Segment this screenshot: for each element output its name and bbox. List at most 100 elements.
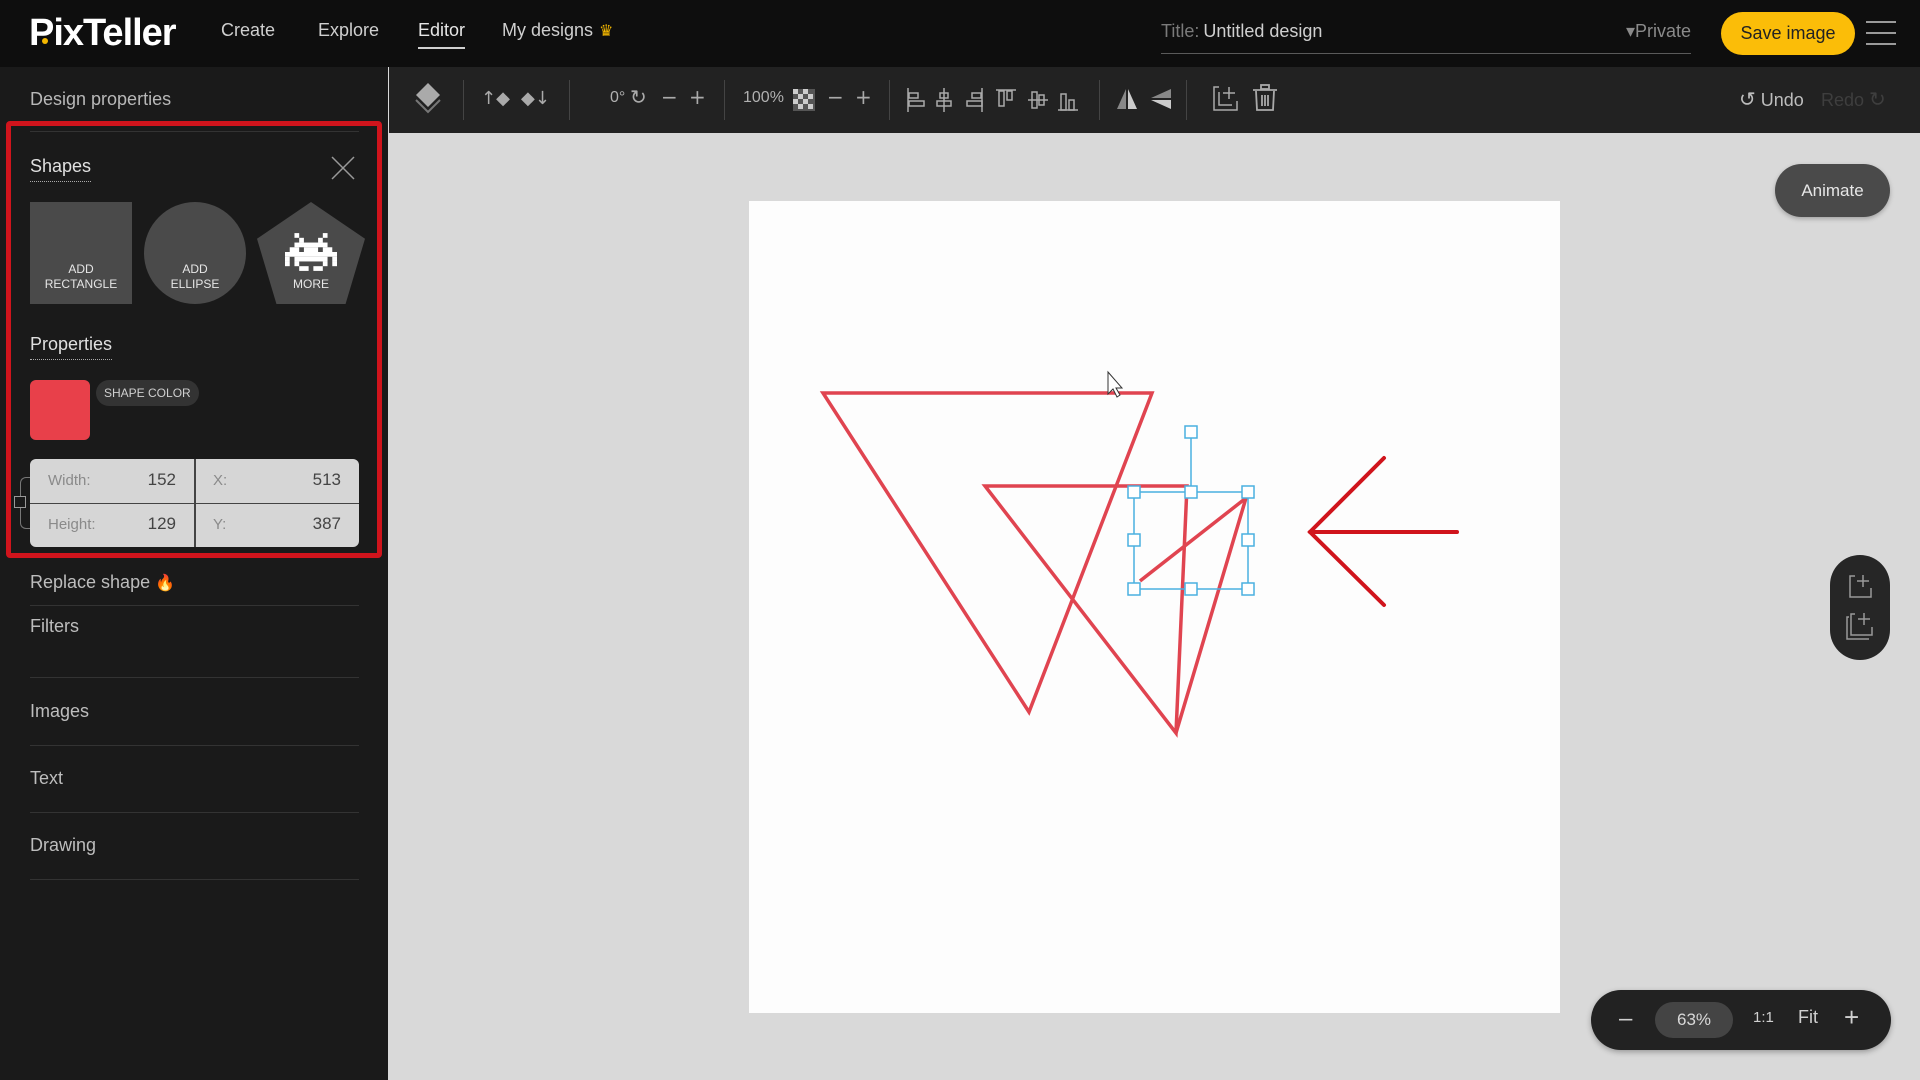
- hamburger-icon[interactable]: [1866, 21, 1896, 45]
- divider: [30, 745, 359, 746]
- design-properties-title[interactable]: Design properties: [30, 89, 171, 110]
- width-label: Width:: [48, 472, 91, 489]
- toolbar-divider: [463, 80, 464, 120]
- align-center-h-icon: [936, 88, 952, 112]
- send-backward-icon[interactable]: ◆↓: [521, 88, 550, 109]
- divider: [30, 879, 359, 880]
- align-left-icon: [907, 88, 925, 112]
- opacity-value[interactable]: 100%: [743, 89, 784, 107]
- logo-text: PixTeller: [29, 12, 177, 54]
- sidebar-item-text[interactable]: Text: [30, 768, 359, 789]
- design-canvas[interactable]: [749, 201, 1560, 1013]
- redo-button[interactable]: Redo ↻: [1821, 87, 1886, 112]
- shapes-heading: Shapes: [30, 156, 92, 182]
- toolbar-divider: [1186, 80, 1187, 120]
- toolbar-divider: [889, 80, 890, 120]
- rotation-decrease-icon[interactable]: −: [661, 85, 678, 109]
- align-bottom-icon: [1058, 93, 1078, 111]
- duplicate-icon[interactable]: [1211, 84, 1241, 114]
- width-input[interactable]: 152: [148, 470, 176, 490]
- flip-horizontal-icon[interactable]: [1115, 87, 1139, 111]
- add-ellipse-button[interactable]: ADD ELLIPSE: [144, 202, 246, 304]
- divider: [30, 677, 359, 678]
- align-tools: [907, 88, 1078, 112]
- undo-label: Undo: [1760, 90, 1804, 110]
- x-input[interactable]: 513: [313, 470, 341, 490]
- sidebar-item-label: Replace shape: [30, 572, 151, 592]
- zoom-level[interactable]: 63%: [1655, 1002, 1733, 1038]
- trash-icon[interactable]: [1251, 83, 1279, 113]
- privacy-dropdown[interactable]: ▾Private: [1626, 21, 1691, 42]
- undo-icon: ↺: [1739, 89, 1756, 111]
- divider: [30, 503, 359, 504]
- title-field[interactable]: Title: Untitled design ▾Private: [1161, 18, 1691, 54]
- nav-my-designs-label: My designs: [502, 20, 594, 40]
- title-label: Title:: [1161, 21, 1200, 41]
- nav-explore[interactable]: Explore: [318, 20, 379, 41]
- sidebar-item-replace-shape[interactable]: Replace shape 🔥: [30, 572, 359, 593]
- layers-icon[interactable]: [413, 81, 443, 117]
- toolbar-divider: [1099, 80, 1100, 120]
- bring-forward-icon[interactable]: ↑◆: [481, 88, 510, 109]
- save-image-button[interactable]: Save image: [1721, 12, 1855, 55]
- sidebar-item-filters[interactable]: Filters: [30, 616, 359, 637]
- dimensions-grid: Width: 152 X: 513 Height: 129 Y: 387: [30, 459, 359, 547]
- tile-label: MORE: [293, 277, 329, 291]
- zoom-fit-button[interactable]: Fit: [1798, 1007, 1818, 1028]
- rotate-icon[interactable]: ↻: [630, 85, 647, 109]
- zoom-out-button[interactable]: –: [1619, 1005, 1632, 1033]
- opacity-increase-icon[interactable]: +: [855, 85, 872, 109]
- left-sidebar: Design properties Shapes ADD RECTANGLE AD…: [0, 67, 388, 1080]
- pixteller-logo[interactable]: PixTeller: [29, 12, 177, 55]
- flip-vertical-icon[interactable]: [1149, 87, 1173, 111]
- width-field[interactable]: Width: 152: [30, 459, 194, 503]
- redo-icon: ↻: [1869, 89, 1886, 111]
- add-page-icon[interactable]: [1847, 573, 1875, 601]
- x-field[interactable]: X: 513: [195, 459, 359, 503]
- align-middle-icon: [1028, 91, 1048, 109]
- toolbar-divider: [569, 80, 570, 120]
- shape-color-swatch[interactable]: [30, 380, 90, 440]
- zoom-actual-size-button[interactable]: 1:1: [1753, 1009, 1774, 1026]
- duplicate-page-icon[interactable]: [1845, 611, 1875, 641]
- title-input[interactable]: Untitled design: [1203, 21, 1322, 41]
- add-rectangle-button[interactable]: ADD RECTANGLE: [30, 202, 132, 304]
- rotation-increase-icon[interactable]: +: [689, 85, 706, 109]
- logo-dot: [42, 38, 48, 44]
- toolbar-divider: [724, 80, 725, 120]
- rotation-value[interactable]: 0°: [610, 89, 625, 107]
- divider: [30, 131, 359, 132]
- opacity-checker-icon[interactable]: [793, 89, 815, 111]
- aspect-lock-checkbox[interactable]: [14, 496, 26, 508]
- opacity-decrease-icon[interactable]: −: [827, 85, 844, 109]
- properties-heading: Properties: [30, 334, 113, 360]
- close-icon[interactable]: [330, 155, 356, 181]
- tile-label: ADD RECTANGLE: [44, 262, 118, 291]
- top-header: PixTeller Create Explore Editor My desig…: [0, 0, 1920, 67]
- zoom-in-button[interactable]: +: [1844, 1002, 1859, 1033]
- height-field[interactable]: Height: 129: [30, 503, 194, 547]
- divider: [30, 605, 359, 606]
- page-controls: [1830, 555, 1890, 660]
- align-top-icon: [996, 89, 1016, 107]
- redo-label: Redo: [1821, 90, 1865, 110]
- nav-my-designs[interactable]: My designs ♛: [502, 20, 613, 41]
- nav-create[interactable]: Create: [221, 20, 275, 41]
- divider: [30, 812, 359, 813]
- sidebar-item-images[interactable]: Images: [30, 701, 359, 722]
- sidebar-item-drawing[interactable]: Drawing: [30, 835, 359, 856]
- editor-toolbar: ↑◆ ◆↓ 0° ↻ − + 100% − + ↺ Undo Redo ↻: [389, 67, 1920, 133]
- nav-editor[interactable]: Editor: [418, 20, 466, 49]
- y-field[interactable]: Y: 387: [195, 503, 359, 547]
- tile-label: ADD ELLIPSE: [170, 262, 220, 291]
- height-label: Height:: [48, 516, 96, 533]
- crown-icon: ♛: [599, 23, 614, 40]
- flame-icon: 🔥: [155, 575, 176, 592]
- shape-color-label[interactable]: SHAPE COLOR: [96, 380, 199, 406]
- animate-button[interactable]: Animate: [1775, 164, 1890, 217]
- undo-button[interactable]: ↺ Undo: [1739, 87, 1804, 112]
- space-invader-icon: [285, 233, 337, 271]
- height-input[interactable]: 129: [148, 514, 176, 534]
- y-input[interactable]: 387: [313, 514, 341, 534]
- x-label: X:: [213, 472, 228, 489]
